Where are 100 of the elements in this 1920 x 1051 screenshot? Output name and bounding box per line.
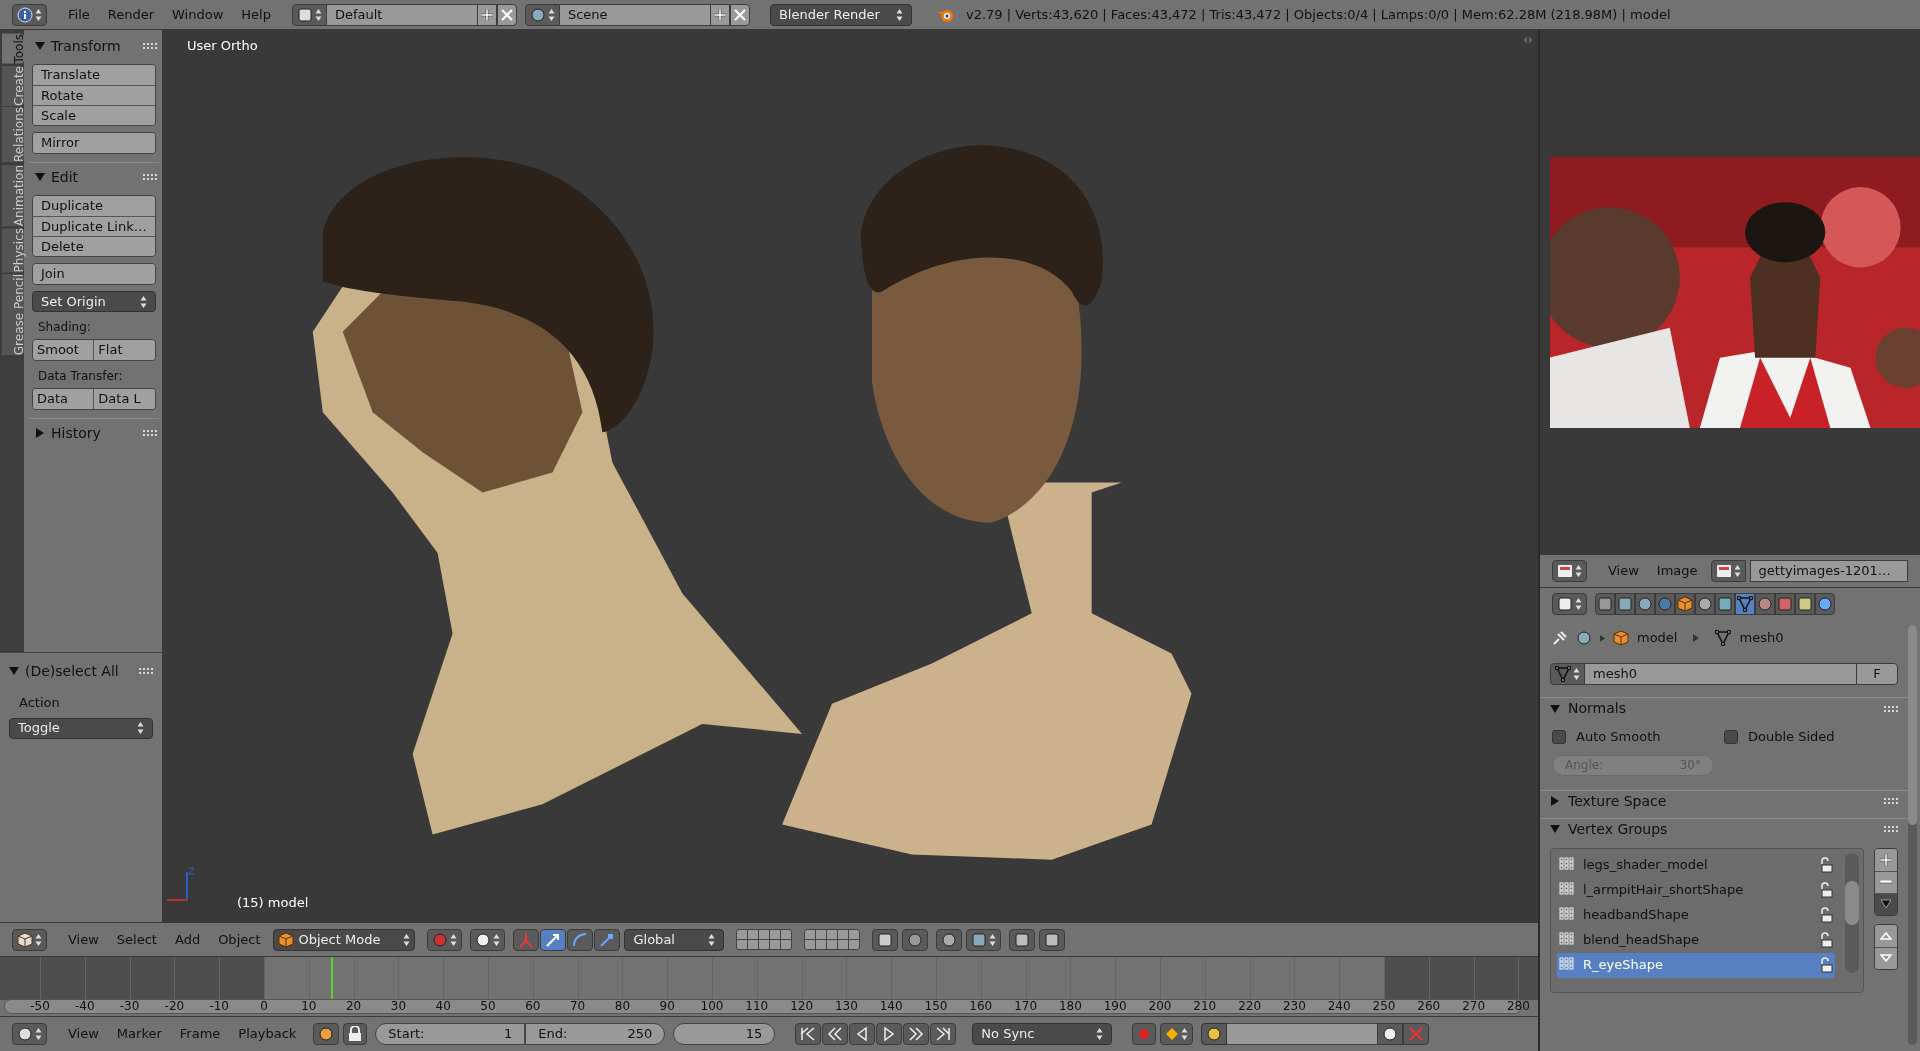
menu-item[interactable]: Frame: [170, 1024, 230, 1044]
scrollbar-thumb[interactable]: [1845, 880, 1859, 925]
menu-item[interactable]: View: [1599, 561, 1648, 581]
vertex-group-item[interactable]: blend_headShape: [1557, 927, 1835, 953]
checkbox[interactable]: [1552, 729, 1566, 744]
playback-button[interactable]: [903, 1023, 930, 1045]
sidebar-tab[interactable]: Animation: [2, 164, 24, 226]
tool-button[interactable]: Data L: [93, 389, 155, 409]
lock-camera-button[interactable]: [872, 928, 899, 951]
properties-tab[interactable]: [1595, 592, 1615, 615]
collapse-triangle-icon[interactable]: [35, 172, 45, 182]
properties-tab[interactable]: [1675, 592, 1695, 615]
panel-title[interactable]: (De)select All: [25, 660, 133, 682]
unlocked-padlock-icon[interactable]: [1819, 907, 1833, 923]
playback-button[interactable]: [930, 1023, 957, 1045]
drag-handle-icon[interactable]: [142, 174, 157, 180]
properties-tab[interactable]: [1775, 592, 1795, 615]
render-engine-dropdown[interactable]: Blender Render: [769, 3, 912, 26]
move-down-button[interactable]: [1875, 946, 1897, 969]
translate-manipulator-button[interactable]: [540, 928, 567, 951]
scrollbar-track[interactable]: [1845, 852, 1859, 973]
tool-button[interactable]: Delete: [33, 236, 155, 256]
tool-button[interactable]: Smoot: [33, 340, 94, 360]
sidebar-tab[interactable]: Grease Pencil: [2, 274, 24, 356]
fake-user-button[interactable]: F: [1856, 663, 1898, 685]
mesh-browse-button[interactable]: [1550, 663, 1585, 685]
add-icon[interactable]: [1875, 848, 1897, 871]
vertex-group-item[interactable]: R_eyeShape: [1557, 952, 1835, 978]
scrollbar-track[interactable]: [1908, 625, 1917, 1045]
playback-button[interactable]: [795, 1023, 822, 1045]
mode-dropdown[interactable]: Object Mode: [273, 928, 416, 951]
expand-triangle-icon[interactable]: [35, 428, 45, 438]
render-animation-button[interactable]: [1039, 928, 1066, 951]
render-button[interactable]: [1009, 928, 1036, 951]
menu-item[interactable]: View: [59, 929, 108, 950]
panel-title[interactable]: Vertex Groups: [1568, 818, 1876, 840]
menu-item[interactable]: File: [59, 4, 99, 25]
scrollbar-thumb[interactable]: [1908, 625, 1917, 825]
close-icon[interactable]: [729, 3, 750, 26]
keying-set-field[interactable]: [1227, 1023, 1378, 1045]
menu-item[interactable]: Image: [1647, 561, 1707, 581]
start-frame-field[interactable]: Start: 1: [375, 1023, 526, 1045]
sidebar-tab[interactable]: Create: [2, 65, 24, 106]
menu-item[interactable]: Marker: [107, 1024, 171, 1044]
properties-tab[interactable]: [1735, 592, 1755, 615]
properties-tab[interactable]: [1755, 592, 1775, 615]
tool-button[interactable]: Mirror: [33, 133, 155, 153]
vertex-group-item[interactable]: headbandShape: [1557, 902, 1835, 928]
editor-type-button[interactable]: [1552, 560, 1587, 582]
layout-name-field[interactable]: Default: [326, 3, 477, 26]
unlocked-padlock-icon[interactable]: [1819, 857, 1833, 873]
corner-grip-icon[interactable]: [1523, 37, 1533, 43]
editor-type-button[interactable]: [1552, 592, 1587, 615]
pivot-button[interactable]: [470, 928, 506, 951]
drag-handle-icon[interactable]: [1884, 826, 1898, 832]
sidebar-tab[interactable]: Relations: [2, 107, 24, 163]
properties-tab[interactable]: [1695, 592, 1715, 615]
snap-element-button[interactable]: [966, 928, 1002, 951]
playback-button[interactable]: [822, 1023, 849, 1045]
scene-name-field[interactable]: Scene: [559, 3, 710, 26]
drag-handle-icon[interactable]: [142, 43, 157, 49]
menu-item[interactable]: Window: [163, 4, 233, 25]
panel-title[interactable]: Edit: [51, 166, 137, 188]
checkbox[interactable]: [1724, 729, 1738, 744]
rotate-manipulator-button[interactable]: [567, 928, 594, 951]
drag-handle-icon[interactable]: [142, 430, 157, 436]
drag-handle-icon[interactable]: [1884, 798, 1898, 804]
tool-button[interactable]: Duplicate: [33, 196, 155, 216]
screen-layout-button[interactable]: [291, 3, 327, 26]
mesh-name-field[interactable]: mesh0: [1585, 663, 1856, 685]
unlocked-padlock-icon[interactable]: [1819, 957, 1833, 973]
tool-button[interactable]: Scale: [33, 105, 155, 125]
panel-title[interactable]: Texture Space: [1568, 790, 1876, 812]
keying-button[interactable]: [313, 1023, 340, 1045]
proportional-edit-button[interactable]: [902, 928, 929, 951]
playhead-line[interactable]: [331, 957, 334, 1000]
keyframe-type-button[interactable]: [1160, 1023, 1194, 1045]
properties-tab[interactable]: [1795, 592, 1815, 615]
unlocked-padlock-icon[interactable]: [1819, 882, 1833, 898]
menu-item[interactable]: Object: [209, 929, 270, 950]
vertex-group-item[interactable]: l_armpitHair_shortShape: [1557, 877, 1835, 903]
panel-title[interactable]: History: [51, 422, 137, 444]
insert-keyframe-button[interactable]: [1377, 1023, 1404, 1045]
menu-item[interactable]: View: [59, 1024, 108, 1044]
current-frame-field[interactable]: 15: [673, 1023, 776, 1045]
scale-manipulator-button[interactable]: [594, 928, 621, 951]
remove-icon[interactable]: [1875, 870, 1897, 893]
image-browse-button[interactable]: [1710, 560, 1746, 582]
close-icon[interactable]: [496, 3, 517, 26]
sidebar-tab[interactable]: Tools: [2, 34, 24, 64]
layers-grid[interactable]: [804, 929, 861, 950]
origin-dropdown[interactable]: Set Origin: [32, 291, 156, 312]
sync-dropdown[interactable]: No Sync: [972, 1023, 1113, 1045]
editor-type-button[interactable]: [12, 928, 47, 951]
playback-button[interactable]: [876, 1023, 903, 1045]
tool-button[interactable]: Translate: [33, 65, 155, 85]
action-dropdown[interactable]: Toggle: [9, 717, 153, 739]
collapse-triangle-icon[interactable]: [1550, 824, 1560, 834]
end-frame-field[interactable]: End: 250: [525, 1023, 666, 1045]
tool-button[interactable]: Rotate: [33, 85, 155, 105]
